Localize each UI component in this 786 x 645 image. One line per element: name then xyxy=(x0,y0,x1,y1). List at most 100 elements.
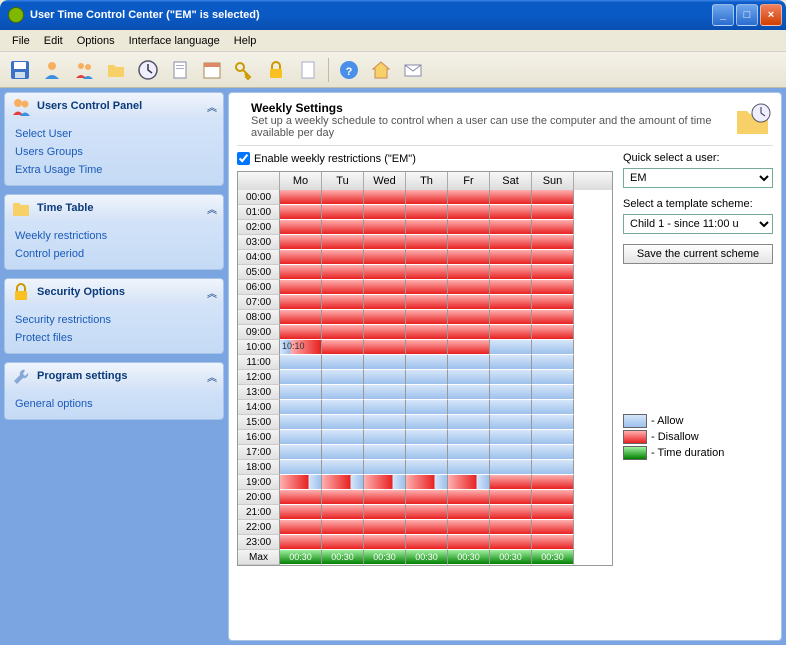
schedule-cell[interactable] xyxy=(490,220,532,235)
schedule-cell[interactable] xyxy=(406,355,448,370)
schedule-cell[interactable] xyxy=(280,265,322,280)
panel-users-header[interactable]: Users Control Panel ︽ xyxy=(5,93,223,119)
schedule-cell[interactable] xyxy=(280,280,322,295)
menu-file[interactable]: File xyxy=(6,33,36,49)
schedule-cell[interactable] xyxy=(406,385,448,400)
schedule-cell[interactable] xyxy=(406,220,448,235)
schedule-cell[interactable] xyxy=(406,265,448,280)
template-select[interactable]: Child 1 - since 11:00 u xyxy=(623,214,773,234)
sidebar-item-protect-files[interactable]: Protect files xyxy=(15,329,213,347)
schedule-cell[interactable] xyxy=(322,430,364,445)
schedule-cell[interactable] xyxy=(364,340,406,355)
users-icon[interactable] xyxy=(70,56,98,84)
schedule-cell[interactable] xyxy=(448,370,490,385)
schedule-cell[interactable] xyxy=(406,430,448,445)
schedule-cell[interactable] xyxy=(364,295,406,310)
schedule-cell[interactable] xyxy=(322,490,364,505)
schedule-cell[interactable] xyxy=(322,340,364,355)
schedule-cell[interactable] xyxy=(322,355,364,370)
schedule-cell[interactable] xyxy=(532,475,574,490)
schedule-cell[interactable] xyxy=(532,220,574,235)
schedule-cell[interactable] xyxy=(280,535,322,550)
schedule-cell[interactable] xyxy=(532,535,574,550)
schedule-cell[interactable] xyxy=(364,235,406,250)
schedule-cell[interactable] xyxy=(490,205,532,220)
schedule-cell[interactable] xyxy=(448,460,490,475)
schedule-cell[interactable] xyxy=(448,475,490,490)
schedule-cell[interactable] xyxy=(490,505,532,520)
blank-page-icon[interactable] xyxy=(294,56,322,84)
schedule-cell[interactable] xyxy=(364,220,406,235)
schedule-cell[interactable] xyxy=(322,295,364,310)
schedule-cell[interactable] xyxy=(322,505,364,520)
schedule-cell[interactable] xyxy=(280,415,322,430)
schedule-cell[interactable] xyxy=(280,490,322,505)
enable-weekly-checkbox[interactable] xyxy=(237,152,250,165)
menu-lang[interactable]: Interface language xyxy=(123,33,226,49)
schedule-cell[interactable] xyxy=(280,430,322,445)
schedule-cell[interactable] xyxy=(364,190,406,205)
schedule-cell[interactable] xyxy=(364,445,406,460)
schedule-cell[interactable] xyxy=(532,505,574,520)
schedule-cell[interactable] xyxy=(490,295,532,310)
schedule-cell[interactable] xyxy=(448,505,490,520)
schedule-cell[interactable] xyxy=(490,475,532,490)
schedule-cell[interactable] xyxy=(364,415,406,430)
schedule-cell[interactable] xyxy=(364,385,406,400)
schedule-cell[interactable] xyxy=(532,205,574,220)
schedule-cell[interactable] xyxy=(364,460,406,475)
schedule-cell[interactable] xyxy=(280,475,322,490)
schedule-cell[interactable] xyxy=(490,445,532,460)
schedule-cell[interactable] xyxy=(322,415,364,430)
schedule-cell[interactable] xyxy=(280,505,322,520)
sidebar-item-select-user[interactable]: Select User xyxy=(15,125,213,143)
folder-icon[interactable] xyxy=(102,56,130,84)
schedule-cell[interactable] xyxy=(280,205,322,220)
schedule-cell[interactable] xyxy=(406,295,448,310)
schedule-cell[interactable] xyxy=(406,325,448,340)
schedule-cell[interactable] xyxy=(406,310,448,325)
schedule-cell[interactable] xyxy=(448,400,490,415)
schedule-cell[interactable] xyxy=(532,400,574,415)
schedule-cell[interactable] xyxy=(322,250,364,265)
schedule-cell[interactable] xyxy=(406,205,448,220)
schedule-cell[interactable] xyxy=(448,520,490,535)
schedule-cell[interactable] xyxy=(406,475,448,490)
schedule-cell[interactable] xyxy=(490,460,532,475)
user-icon[interactable] xyxy=(38,56,66,84)
schedule-grid[interactable]: Mo Tu Wed Th Fr Sat Sun 00:0001:0002:000… xyxy=(237,171,613,566)
schedule-cell[interactable] xyxy=(406,370,448,385)
sidebar-item-security-restrictions[interactable]: Security restrictions xyxy=(15,311,213,329)
schedule-cell[interactable] xyxy=(322,535,364,550)
schedule-cell[interactable] xyxy=(364,490,406,505)
schedule-cell[interactable] xyxy=(322,385,364,400)
schedule-cell[interactable] xyxy=(322,460,364,475)
schedule-cell[interactable] xyxy=(280,250,322,265)
schedule-cell[interactable]: 10:10 xyxy=(280,340,322,355)
sidebar-item-weekly[interactable]: Weekly restrictions xyxy=(15,227,213,245)
schedule-cell[interactable] xyxy=(490,520,532,535)
schedule-cell[interactable] xyxy=(322,205,364,220)
schedule-cell[interactable] xyxy=(448,235,490,250)
schedule-cell[interactable] xyxy=(448,190,490,205)
schedule-cell[interactable] xyxy=(532,520,574,535)
schedule-cell[interactable] xyxy=(406,445,448,460)
sidebar-item-control-period[interactable]: Control period xyxy=(15,245,213,263)
schedule-cell[interactable] xyxy=(280,220,322,235)
schedule-cell[interactable] xyxy=(364,280,406,295)
schedule-cell[interactable] xyxy=(280,310,322,325)
schedule-cell[interactable] xyxy=(490,310,532,325)
schedule-cell[interactable] xyxy=(532,265,574,280)
schedule-cell[interactable] xyxy=(322,265,364,280)
schedule-cell[interactable] xyxy=(532,415,574,430)
schedule-cell[interactable] xyxy=(364,265,406,280)
schedule-cell[interactable] xyxy=(322,235,364,250)
schedule-cell[interactable] xyxy=(448,415,490,430)
schedule-cell[interactable] xyxy=(448,205,490,220)
close-button[interactable]: × xyxy=(760,4,782,26)
schedule-cell[interactable] xyxy=(364,475,406,490)
schedule-cell[interactable] xyxy=(490,325,532,340)
calendar-icon[interactable] xyxy=(198,56,226,84)
schedule-cell[interactable] xyxy=(406,190,448,205)
schedule-cell[interactable] xyxy=(280,400,322,415)
